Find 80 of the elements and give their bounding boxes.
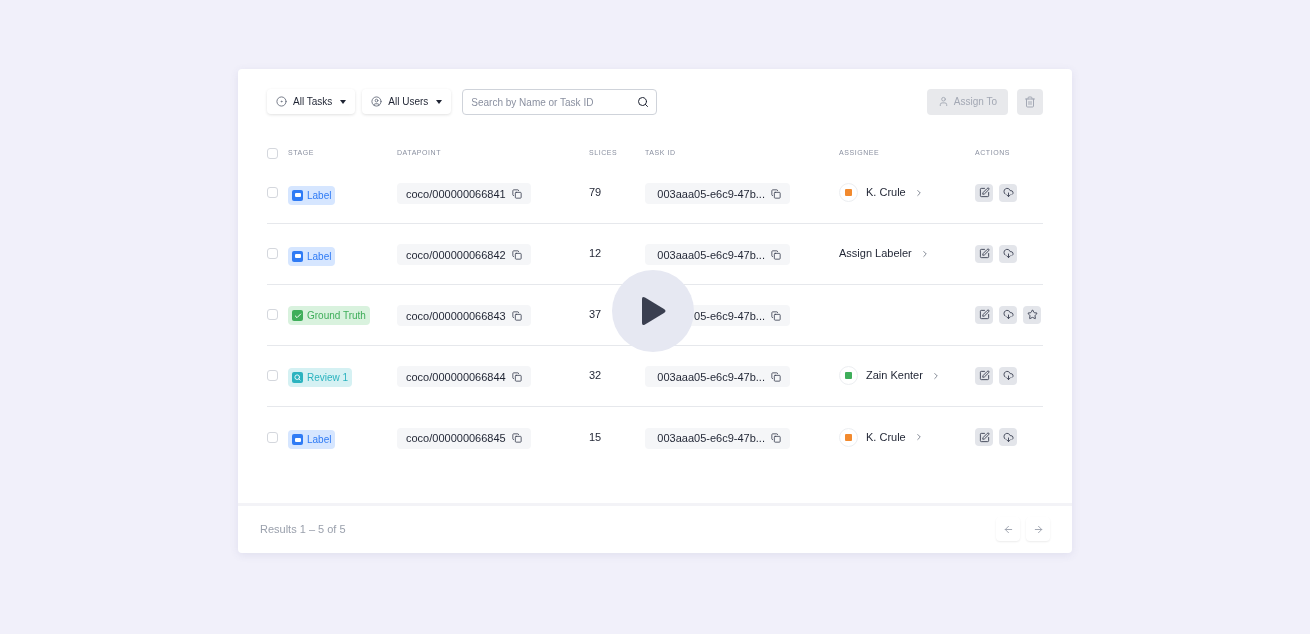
datapoint-chip: coco/000000066841 [397,183,531,205]
stage-tag: Review 1 [288,367,353,387]
download-button[interactable] [999,244,1017,263]
datapoint-chip: coco/000000066842 [397,244,531,266]
slices-count: 79 [589,185,603,201]
stage-tag: Label [288,430,336,450]
edit-button[interactable] [975,305,993,324]
download-button[interactable] [999,305,1017,324]
filter-dropdown[interactable]: All Users [362,89,452,114]
search-icon [292,371,303,383]
row-checkbox[interactable] [267,187,278,198]
assignee-link[interactable]: Zain Kenter [866,367,923,384]
copy-icon [771,433,781,444]
edit-button[interactable] [975,366,993,385]
filter-dropdown[interactable]: All Tasks [267,89,356,114]
datapoint-chip: coco/000000066845 [397,427,531,449]
select-all-checkbox[interactable] [267,148,278,159]
caret-icon [340,99,347,104]
copy-icon [771,371,781,382]
assignee-link[interactable]: K. Crule [866,184,906,201]
arrow-left-icon [1002,523,1014,535]
star-icon [1026,309,1038,320]
row-checkbox[interactable] [267,248,278,259]
pencil-icon [978,370,990,381]
tag-icon [292,189,303,201]
slices-count: 15 [589,429,603,445]
star-button[interactable] [1023,305,1041,324]
check-icon [292,310,303,321]
cloud-download-icon [1002,309,1014,320]
pencil-icon [978,431,990,443]
assignee-link[interactable]: K. Crule [866,428,906,446]
task-id-chip: 003aaa05-e6c9-47b... [645,366,790,388]
edit-button[interactable] [975,428,993,446]
copy-icon [771,310,781,321]
copy-icon [511,188,522,199]
trash-icon [1024,95,1036,108]
results-text: Results 1 – 5 of 5 [260,521,346,537]
row-checkbox[interactable] [267,431,278,443]
copy-icon [771,188,781,199]
stage-tag: Label [288,246,336,266]
pencil-icon [978,248,990,259]
search-icon [637,95,650,108]
arrow-right-icon [1032,523,1044,535]
pencil-icon [978,187,990,198]
tag-icon [292,434,303,446]
row-checkbox[interactable] [267,309,278,320]
user-icon [937,96,949,107]
row-checkbox[interactable] [267,370,278,381]
download-button[interactable] [999,366,1017,385]
task-id-chip: 003aaa05-e6c9-47b... [645,244,790,266]
cloud-download-icon [1002,431,1014,443]
stage-tag: Label [288,185,336,205]
copy-icon [511,433,522,444]
slices-count: 37 [589,307,603,323]
task-id-chip: 003aaa05-e6c9-47b... [645,183,790,205]
target-icon [276,96,287,107]
caret-icon [436,99,443,104]
slices-count: 32 [589,368,603,384]
copy-icon [771,249,781,260]
download-button[interactable] [999,183,1017,202]
copy-icon [511,310,522,321]
download-button[interactable] [999,428,1017,446]
cloud-download-icon [1002,187,1014,198]
edit-button[interactable] [975,183,993,202]
play-icon [639,295,667,326]
datapoint-chip: coco/000000066843 [397,305,531,327]
assignee-link[interactable]: Assign Labeler [839,245,912,262]
search-field[interactable]: Search by Name or Task ID [462,89,658,115]
user-icon [371,96,383,107]
copy-icon [511,371,522,382]
slices-count: 12 [589,246,603,262]
tag-icon [292,250,303,262]
pencil-icon [978,309,990,320]
task-id-chip: 003aaa05-e6c9-47b... [645,427,790,449]
datapoint-chip: coco/000000066844 [397,366,531,388]
cloud-download-icon [1002,370,1014,381]
cloud-download-icon [1002,248,1014,259]
stage-tag: Ground Truth [288,306,370,325]
edit-button[interactable] [975,244,993,263]
copy-icon [511,249,522,260]
